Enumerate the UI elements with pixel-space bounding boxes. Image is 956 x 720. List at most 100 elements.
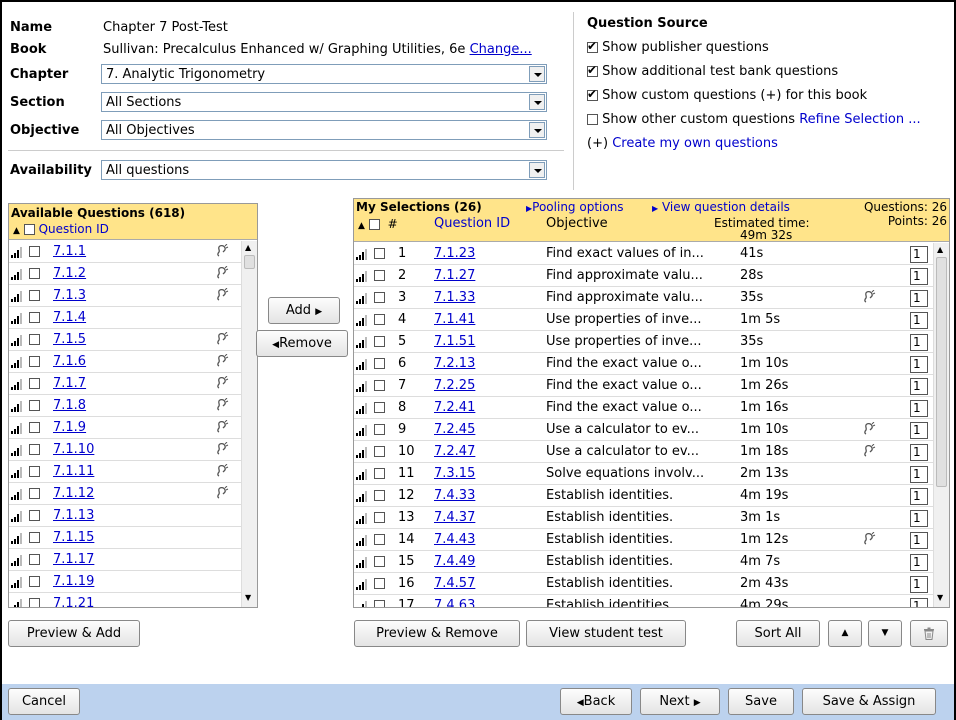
row-checkbox[interactable]	[29, 378, 40, 389]
source-option-checkbox[interactable]	[587, 87, 598, 101]
question-id-link[interactable]: 7.1.41	[434, 312, 475, 327]
question-id-link[interactable]: 7.1.17	[53, 552, 94, 567]
select-all-available-checkbox[interactable]	[23, 224, 35, 235]
save-assign-button[interactable]: Save & Assign	[802, 688, 936, 715]
available-scrollbar[interactable]: ▲ ▼	[241, 241, 257, 607]
remove-button[interactable]: ◀Remove	[256, 330, 348, 357]
points-input[interactable]: 1	[910, 334, 928, 351]
preview-add-button[interactable]: Preview & Add	[8, 620, 140, 647]
question-id-link[interactable]: 7.2.41	[434, 400, 475, 415]
selection-row[interactable]: 12 7.4.33 Establish identities. 4m 19s 1	[354, 485, 933, 507]
row-checkbox[interactable]	[29, 510, 40, 521]
points-input[interactable]: 1	[910, 444, 928, 461]
preview-remove-button[interactable]: Preview & Remove	[354, 620, 520, 647]
availability-select[interactable]: All questions	[101, 160, 547, 180]
available-row[interactable]: 7.1.10	[9, 439, 241, 461]
points-input[interactable]: 1	[910, 488, 928, 505]
row-checkbox[interactable]	[29, 312, 40, 323]
points-input[interactable]: 1	[910, 510, 928, 527]
row-checkbox[interactable]	[29, 400, 40, 411]
question-id-link[interactable]: 7.4.43	[434, 532, 475, 547]
source-option-checkbox[interactable]	[587, 39, 598, 53]
available-row[interactable]: 7.1.13	[9, 505, 241, 527]
available-row[interactable]: 7.1.21	[9, 593, 241, 607]
save-button[interactable]: Save	[728, 688, 794, 715]
available-row[interactable]: 7.1.5	[9, 329, 241, 351]
col-question-id[interactable]: Question ID	[434, 216, 510, 231]
selection-row[interactable]: 4 7.1.41 Use properties of inve... 1m 5s 1	[354, 309, 933, 331]
add-button[interactable]: Add ▶	[268, 297, 340, 324]
question-id-link[interactable]: 7.1.19	[53, 574, 94, 589]
points-input[interactable]: 1	[910, 400, 928, 417]
available-row[interactable]: 7.1.15	[9, 527, 241, 549]
refine-selection-link[interactable]: Refine Selection ...	[799, 112, 920, 127]
view-student-test-button[interactable]: View student test	[526, 620, 686, 647]
question-id-link[interactable]: 7.1.15	[53, 530, 94, 545]
chevron-down-icon[interactable]	[529, 66, 545, 82]
question-id-link[interactable]: 7.4.63	[434, 598, 475, 607]
available-row[interactable]: 7.1.12	[9, 483, 241, 505]
source-option[interactable]: Show publisher questions	[587, 39, 769, 55]
available-row[interactable]: 7.1.19	[9, 571, 241, 593]
points-input[interactable]: 1	[910, 422, 928, 439]
scroll-up-icon[interactable]: ▲	[937, 245, 943, 254]
available-row[interactable]: 7.1.2	[9, 263, 241, 285]
points-input[interactable]: 1	[910, 356, 928, 373]
selection-row[interactable]: 11 7.3.15 Solve equations involv... 2m 13s 1	[354, 463, 933, 485]
selection-row[interactable]: 16 7.4.57 Establish identities. 2m 43s 1	[354, 573, 933, 595]
question-id-link[interactable]: 7.1.1	[53, 244, 86, 259]
available-col-id[interactable]: Question ID	[39, 222, 109, 236]
selection-row[interactable]: 3 7.1.33 Find approximate valu... 35s 1	[354, 287, 933, 309]
trash-icon[interactable]	[910, 620, 948, 647]
question-id-link[interactable]: 7.2.25	[434, 378, 475, 393]
selection-row[interactable]: 6 7.2.13 Find the exact value o... 1m 10s 1	[354, 353, 933, 375]
question-id-link[interactable]: 7.1.9	[53, 420, 86, 435]
available-row[interactable]: 7.1.1	[9, 241, 241, 263]
question-id-link[interactable]: 7.2.45	[434, 422, 475, 437]
row-checkbox[interactable]	[374, 248, 385, 259]
selection-row[interactable]: 2 7.1.27 Find approximate valu... 28s 1	[354, 265, 933, 287]
available-row[interactable]: 7.1.9	[9, 417, 241, 439]
cancel-button[interactable]: Cancel	[8, 688, 80, 715]
row-checkbox[interactable]	[374, 314, 385, 325]
create-questions-link[interactable]: Create my own questions	[612, 136, 778, 151]
question-id-link[interactable]: 7.4.49	[434, 554, 475, 569]
selection-row[interactable]: 10 7.2.47 Use a calculator to ev... 1m 18s 1	[354, 441, 933, 463]
question-id-link[interactable]: 7.1.7	[53, 376, 86, 391]
scroll-down-icon[interactable]: ▼	[937, 593, 943, 602]
row-checkbox[interactable]	[374, 446, 385, 457]
row-checkbox[interactable]	[374, 336, 385, 347]
pooling-options-link[interactable]: ▶Pooling options	[526, 200, 624, 214]
move-up-icon[interactable]: ▲	[828, 620, 862, 647]
question-id-link[interactable]: 7.1.10	[53, 442, 94, 457]
question-id-link[interactable]: 7.1.8	[53, 398, 86, 413]
points-input[interactable]: 1	[910, 532, 928, 549]
row-checkbox[interactable]	[29, 444, 40, 455]
row-checkbox[interactable]	[374, 468, 385, 479]
points-input[interactable]: 1	[910, 378, 928, 395]
selection-row[interactable]: 9 7.2.45 Use a calculator to ev... 1m 10s 1	[354, 419, 933, 441]
question-id-link[interactable]: 7.1.33	[434, 290, 475, 305]
source-option[interactable]: Show custom questions (+) for this book	[587, 87, 867, 103]
source-option-checkbox[interactable]	[587, 114, 598, 125]
question-id-link[interactable]: 7.2.13	[434, 356, 475, 371]
question-id-link[interactable]: 7.1.5	[53, 332, 86, 347]
row-checkbox[interactable]	[374, 358, 385, 369]
row-checkbox[interactable]	[29, 422, 40, 433]
row-checkbox[interactable]	[29, 334, 40, 345]
available-row[interactable]: 7.1.4	[9, 307, 241, 329]
points-input[interactable]: 1	[910, 246, 928, 263]
selection-row[interactable]: 5 7.1.51 Use properties of inve... 35s 1	[354, 331, 933, 353]
selections-scrollbar[interactable]: ▲ ▼	[933, 243, 949, 607]
row-checkbox[interactable]	[29, 488, 40, 499]
chevron-down-icon[interactable]	[529, 122, 545, 138]
points-input[interactable]: 1	[910, 312, 928, 329]
question-id-link[interactable]: 7.2.47	[434, 444, 475, 459]
row-checkbox[interactable]	[29, 466, 40, 477]
source-option[interactable]: Show additional test bank questions	[587, 63, 838, 79]
row-checkbox[interactable]	[374, 402, 385, 413]
question-id-link[interactable]: 7.1.6	[53, 354, 86, 369]
row-checkbox[interactable]	[29, 554, 40, 565]
sort-asc-icon[interactable]: ▲	[358, 221, 365, 231]
row-checkbox[interactable]	[374, 490, 385, 501]
